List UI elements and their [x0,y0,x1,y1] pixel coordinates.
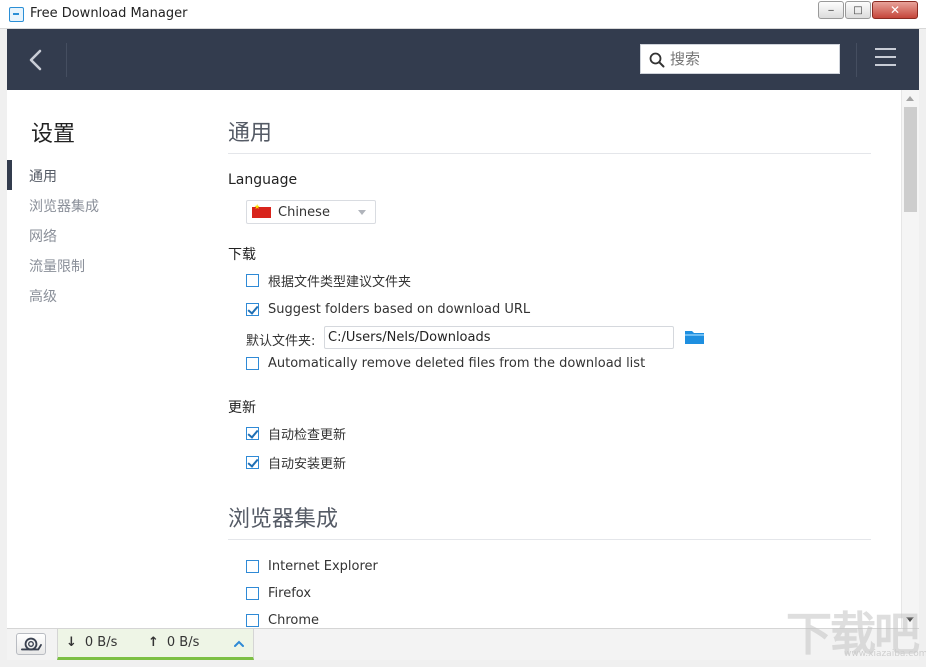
checkbox-chrome[interactable]: Chrome [246,610,319,628]
upload-speed: ↑ 0 B/s [148,635,199,650]
china-flag-icon [252,203,271,218]
update-heading: 更新 [228,400,256,416]
window-controls: ‒ □ ✕ [817,1,918,19]
checkbox-label: Firefox [268,585,312,601]
header-divider-right [856,43,857,77]
checkbox-icon[interactable] [246,356,259,370]
upload-speed-value: 0 B/s [166,635,200,650]
download-speed-value: 0 B/s [84,635,118,650]
language-label: Language [228,172,298,188]
checkbox-label: Chrome [268,612,319,628]
window-title: Free Download Manager [30,6,188,21]
watermark-logo: 下载吧 www.xiazaiba.com [786,598,926,661]
download-heading: 下载 [228,247,256,263]
chevron-up-icon[interactable] [234,639,244,649]
watermark-url: www.xiazaiba.com [844,649,926,659]
checkbox-suggest-folder-by-url[interactable]: Suggest folders based on download URL [246,299,530,319]
checkbox-label: Automatically remove deleted files from … [268,355,646,371]
close-button[interactable]: ✕ [872,1,918,19]
maximize-button[interactable]: □ [845,1,871,19]
checkbox-checked-icon[interactable] [246,426,259,440]
checkbox-label: 自动安装更新 [268,456,347,472]
search-box[interactable] [640,44,840,74]
section-divider [228,539,871,540]
checkbox-label: Internet Explorer [268,558,378,574]
snail-mode-button[interactable] [16,633,46,655]
page-title: 设置 [31,122,76,147]
folder-browse-icon[interactable] [685,329,704,344]
checkbox-auto-install-updates[interactable]: 自动安装更新 [246,452,346,472]
chevron-left-icon [29,49,42,71]
download-arrow-icon: ↓ [66,635,77,650]
scroll-up-arrow-icon[interactable] [906,96,914,101]
search-icon [649,52,665,68]
header-divider [66,43,67,77]
checkbox-icon[interactable] [246,273,259,287]
app-logo-icon [9,7,24,22]
checkbox-label: 自动检查更新 [268,427,347,443]
sidebar-item-general[interactable]: 通用 [29,166,57,186]
checkbox-suggest-folder-by-type[interactable]: 根据文件类型建议文件夹 [246,270,411,290]
section-title-browser-integration: 浏览器集成 [228,507,339,532]
app-header [7,29,919,90]
vertical-scrollbar[interactable] [901,90,919,628]
checkbox-checked-icon[interactable] [246,455,259,469]
checkbox-icon[interactable] [246,613,259,627]
settings-page: 设置 通用 浏览器集成 网络 流量限制 高级 通用 Language Chine… [7,90,919,628]
section-title-general: 通用 [228,121,273,146]
status-bar: ↓ 0 B/s ↑ 0 B/s [7,628,919,660]
download-speed: ↓ 0 B/s [66,635,117,650]
default-folder-label: 默认文件夹: [246,334,316,349]
snail-icon [20,637,42,651]
upload-arrow-icon: ↑ [148,635,159,650]
checkbox-firefox[interactable]: Firefox [246,583,311,603]
hamburger-menu-icon[interactable] [875,48,897,68]
scrollbar-thumb[interactable] [904,107,917,212]
chevron-down-icon [358,210,366,215]
checkbox-internet-explorer[interactable]: Internet Explorer [246,556,378,576]
sidebar-item-browser-integration[interactable]: 浏览器集成 [29,196,99,216]
speed-panel: ↓ 0 B/s ↑ 0 B/s [57,629,254,660]
checkbox-icon[interactable] [246,586,259,600]
sidebar-item-network[interactable]: 网络 [29,226,57,246]
checkbox-label: 根据文件类型建议文件夹 [268,274,412,290]
checkbox-auto-check-updates[interactable]: 自动检查更新 [246,423,346,443]
language-value: Chinese [278,205,330,220]
sidebar-item-traffic-limits[interactable]: 流量限制 [29,256,85,276]
minimize-button[interactable]: ‒ [818,1,844,19]
back-button[interactable] [21,45,51,75]
checkbox-checked-icon[interactable] [246,302,259,316]
window-title-bar: Free Download Manager ‒ □ ✕ [0,0,926,29]
default-folder-field[interactable] [324,326,674,349]
search-input[interactable] [670,45,836,73]
language-select[interactable]: Chinese [246,200,376,224]
checkbox-icon[interactable] [246,559,259,573]
section-divider [228,153,871,154]
sidebar-active-indicator [7,160,12,190]
sidebar-item-advanced[interactable]: 高级 [29,286,57,306]
checkbox-auto-remove-deleted[interactable]: Automatically remove deleted files from … [246,353,645,373]
checkbox-label: Suggest folders based on download URL [268,301,531,317]
